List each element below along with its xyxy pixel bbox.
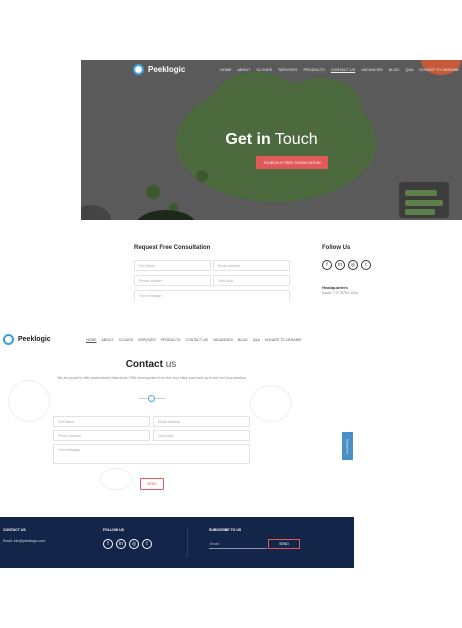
hero-title-bold: Get in xyxy=(225,131,271,148)
nav-qa[interactable]: Q&A xyxy=(253,338,260,342)
decor-cloud xyxy=(8,380,50,422)
hero-device-item xyxy=(405,190,437,196)
hero-nav-about[interactable]: ABOUT xyxy=(237,68,250,72)
hero-nav-vacancies[interactable]: VACANCIES xyxy=(361,68,383,72)
hero-nav-qa[interactable]: Q&A xyxy=(405,68,413,72)
hero-device-item xyxy=(405,200,443,206)
nav-clouds[interactable]: CLOUDS xyxy=(119,338,134,342)
main-nav: HOME ABOUT CLOUDS SERVICES PRODUCTS CONT… xyxy=(86,338,302,342)
hero-cloud-shape xyxy=(281,78,361,133)
brand-name: Peeklogic xyxy=(18,336,51,343)
hero-main-nav: HOME ABOUT CLOUDS SERVICES PRODUCTS CONT… xyxy=(220,68,459,72)
site-logo[interactable]: Peeklogic xyxy=(3,334,51,345)
footer-facebook-icon[interactable]: f xyxy=(103,539,113,549)
hero-banner: Peeklogic HOME ABOUT CLOUDS SERVICES PRO… xyxy=(81,60,462,220)
footer-linkedin-icon[interactable]: in xyxy=(116,539,126,549)
nav-contact[interactable]: CONTACT US xyxy=(185,338,207,342)
nav-vacancies[interactable]: VACANCIES xyxy=(213,338,233,342)
contact-message-field[interactable]: Your message xyxy=(53,444,250,464)
instagram-icon[interactable]: ◎ xyxy=(348,260,358,270)
divider-dot-icon xyxy=(148,395,155,402)
hero-decor-dot xyxy=(196,170,208,182)
footer-twitter-icon[interactable]: t xyxy=(142,539,152,549)
peeklogic-logo-icon xyxy=(3,334,14,345)
nav-about[interactable]: ABOUT xyxy=(102,338,114,342)
nav-donate[interactable]: DONATE TO UKRAINE xyxy=(265,338,302,342)
consult-topic-field[interactable]: Your topic xyxy=(213,275,290,286)
nav-services[interactable]: SERVICES xyxy=(138,338,156,342)
schedule-consultation-button[interactable]: SCHEDULE FREE CONSULTATION xyxy=(256,156,328,169)
decor-cloud xyxy=(250,385,292,422)
footer-follow-heading: FOLLOW US xyxy=(103,528,124,532)
footer-subscribe-heading: SUBSCRIBE TO US xyxy=(209,528,242,532)
subscribe-email-input[interactable]: Email xyxy=(209,539,267,549)
contact-subtitle: We are proud to offer professional Sales… xyxy=(57,376,247,380)
footer: CONTACT US Email: info@peeklogic.com FOL… xyxy=(0,517,354,568)
hero-brand-name: Peeklogic xyxy=(148,65,186,74)
follow-us-title: Follow Us xyxy=(322,245,351,251)
hero-nav-products[interactable]: PRODUCTS xyxy=(303,68,324,72)
contact-phone-field[interactable]: Phone number xyxy=(53,430,150,441)
headquarters-address: Austin, TX 78759, USA xyxy=(322,291,358,295)
contact-title-bold: Contact xyxy=(125,359,163,370)
facebook-icon[interactable]: f xyxy=(322,260,332,270)
hero-nav-contact[interactable]: CONTACT US xyxy=(331,68,355,72)
hero-nav-services[interactable]: SERVICES xyxy=(278,68,297,72)
hero-nav-home[interactable]: HOME xyxy=(220,68,231,72)
hero-decor-shape xyxy=(136,210,196,220)
footer-contact-heading: CONTACT US xyxy=(3,528,26,532)
hero-decor-dot xyxy=(146,185,160,199)
hero-title: Get in Touch xyxy=(81,131,462,149)
hero-decor-shape xyxy=(81,205,111,220)
contact-title: Contact us xyxy=(0,359,302,370)
hero-nav-donate[interactable]: DONATE TO UKRAINE xyxy=(419,68,459,72)
footer-instagram-icon[interactable]: ◎ xyxy=(129,539,139,549)
contact-email-field[interactable]: Email address xyxy=(153,416,250,427)
send-button[interactable]: SEND xyxy=(140,478,164,490)
hero-device-panel xyxy=(399,182,449,218)
headquarters-label: Headquarters xyxy=(322,285,348,290)
consult-message-field[interactable]: Your message xyxy=(134,290,290,300)
hero-logo[interactable]: Peeklogic xyxy=(133,64,185,75)
contact-fullname-field[interactable]: Full Name xyxy=(53,416,150,427)
hero-title-light: Touch xyxy=(274,131,318,148)
nav-products[interactable]: PRODUCTS xyxy=(161,338,181,342)
peeklogic-logo-icon xyxy=(133,64,144,75)
hero-device-item xyxy=(405,209,435,215)
footer-email[interactable]: Email: info@peeklogic.com xyxy=(3,539,45,543)
decor-cloud xyxy=(100,468,132,490)
consultation-title: Request Free Consultation xyxy=(134,245,211,251)
subscribe-send-button[interactable]: SEND xyxy=(268,539,300,549)
hero-nav-blog[interactable]: BLOG xyxy=(389,68,400,72)
nav-blog[interactable]: BLOG xyxy=(238,338,248,342)
contact-title-light: us xyxy=(165,359,177,370)
contact-topic-field[interactable]: Your topic xyxy=(153,430,250,441)
hero-nav-clouds[interactable]: CLOUDS xyxy=(257,68,273,72)
contact-side-tab[interactable]: Contact Us xyxy=(342,432,353,460)
nav-home[interactable]: HOME xyxy=(86,338,97,342)
consult-phone-field[interactable]: Phone number xyxy=(134,275,211,286)
footer-separator xyxy=(187,527,188,557)
consult-email-field[interactable]: Email address xyxy=(213,260,290,271)
consult-fullname-field[interactable]: Full Name xyxy=(134,260,211,271)
linkedin-icon[interactable]: in xyxy=(335,260,345,270)
twitter-icon[interactable]: t xyxy=(361,260,371,270)
